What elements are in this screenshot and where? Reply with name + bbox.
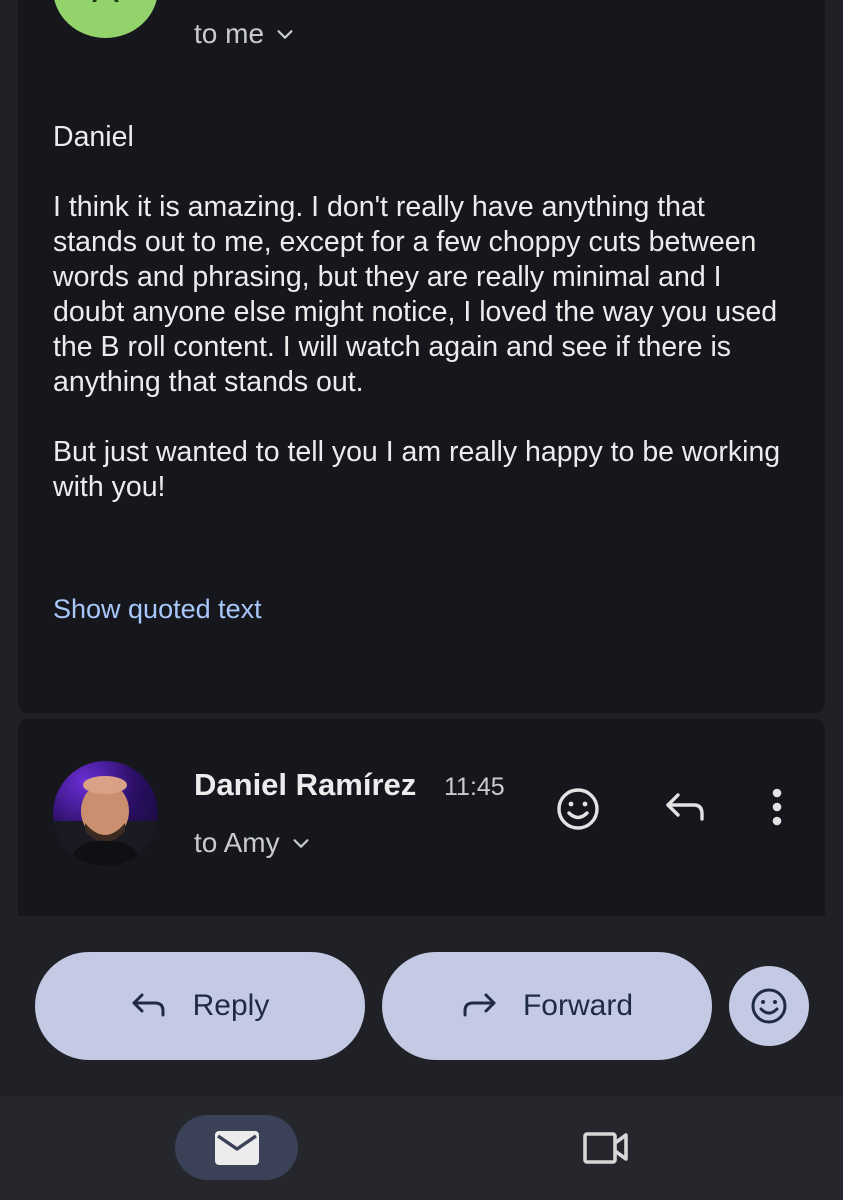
bottom-navigation xyxy=(0,1096,843,1200)
avatar[interactable]: A xyxy=(53,0,158,38)
email-body: Daniel I think it is amazing. I don't re… xyxy=(53,121,781,503)
nav-mail-tab[interactable] xyxy=(175,1115,298,1180)
reply-icon xyxy=(132,993,165,1017)
sender-name: Daniel Ramírez xyxy=(194,767,417,802)
mail-icon xyxy=(214,1130,259,1165)
forward-icon xyxy=(463,993,496,1017)
forward-button[interactable]: Forward xyxy=(382,952,712,1060)
nav-meet-tab[interactable] xyxy=(576,1122,636,1172)
message-card-2[interactable]: Daniel Ramírez 11:45 to Amy xyxy=(18,719,825,916)
avatar[interactable] xyxy=(53,761,158,866)
chevron-down-icon xyxy=(277,30,293,39)
forward-label: Forward xyxy=(522,989,634,1022)
recipient-label: to me xyxy=(194,18,265,49)
avatar-letter: A xyxy=(92,0,119,11)
reply-button[interactable]: Reply xyxy=(35,952,365,1060)
video-icon xyxy=(583,1132,628,1164)
recipient-toggle[interactable]: to Amy xyxy=(194,827,312,859)
chevron-down-icon xyxy=(293,839,309,848)
more-vert-icon[interactable] xyxy=(762,787,792,827)
message-time: 11:45 xyxy=(444,773,505,801)
recipient-label: to Amy xyxy=(194,827,280,858)
add-reaction-button[interactable] xyxy=(729,966,809,1046)
profile-photo xyxy=(53,776,158,866)
show-quoted-text-link[interactable]: Show quoted text xyxy=(53,594,262,625)
reply-icon[interactable] xyxy=(662,787,708,827)
emoji-react-icon[interactable] xyxy=(554,785,602,833)
message-card-1: A to me Daniel I think it is amazing. I … xyxy=(18,0,825,713)
recipient-toggle[interactable]: to me xyxy=(194,18,296,50)
emoji-react-icon xyxy=(751,988,787,1024)
reply-label: Reply xyxy=(192,989,270,1022)
